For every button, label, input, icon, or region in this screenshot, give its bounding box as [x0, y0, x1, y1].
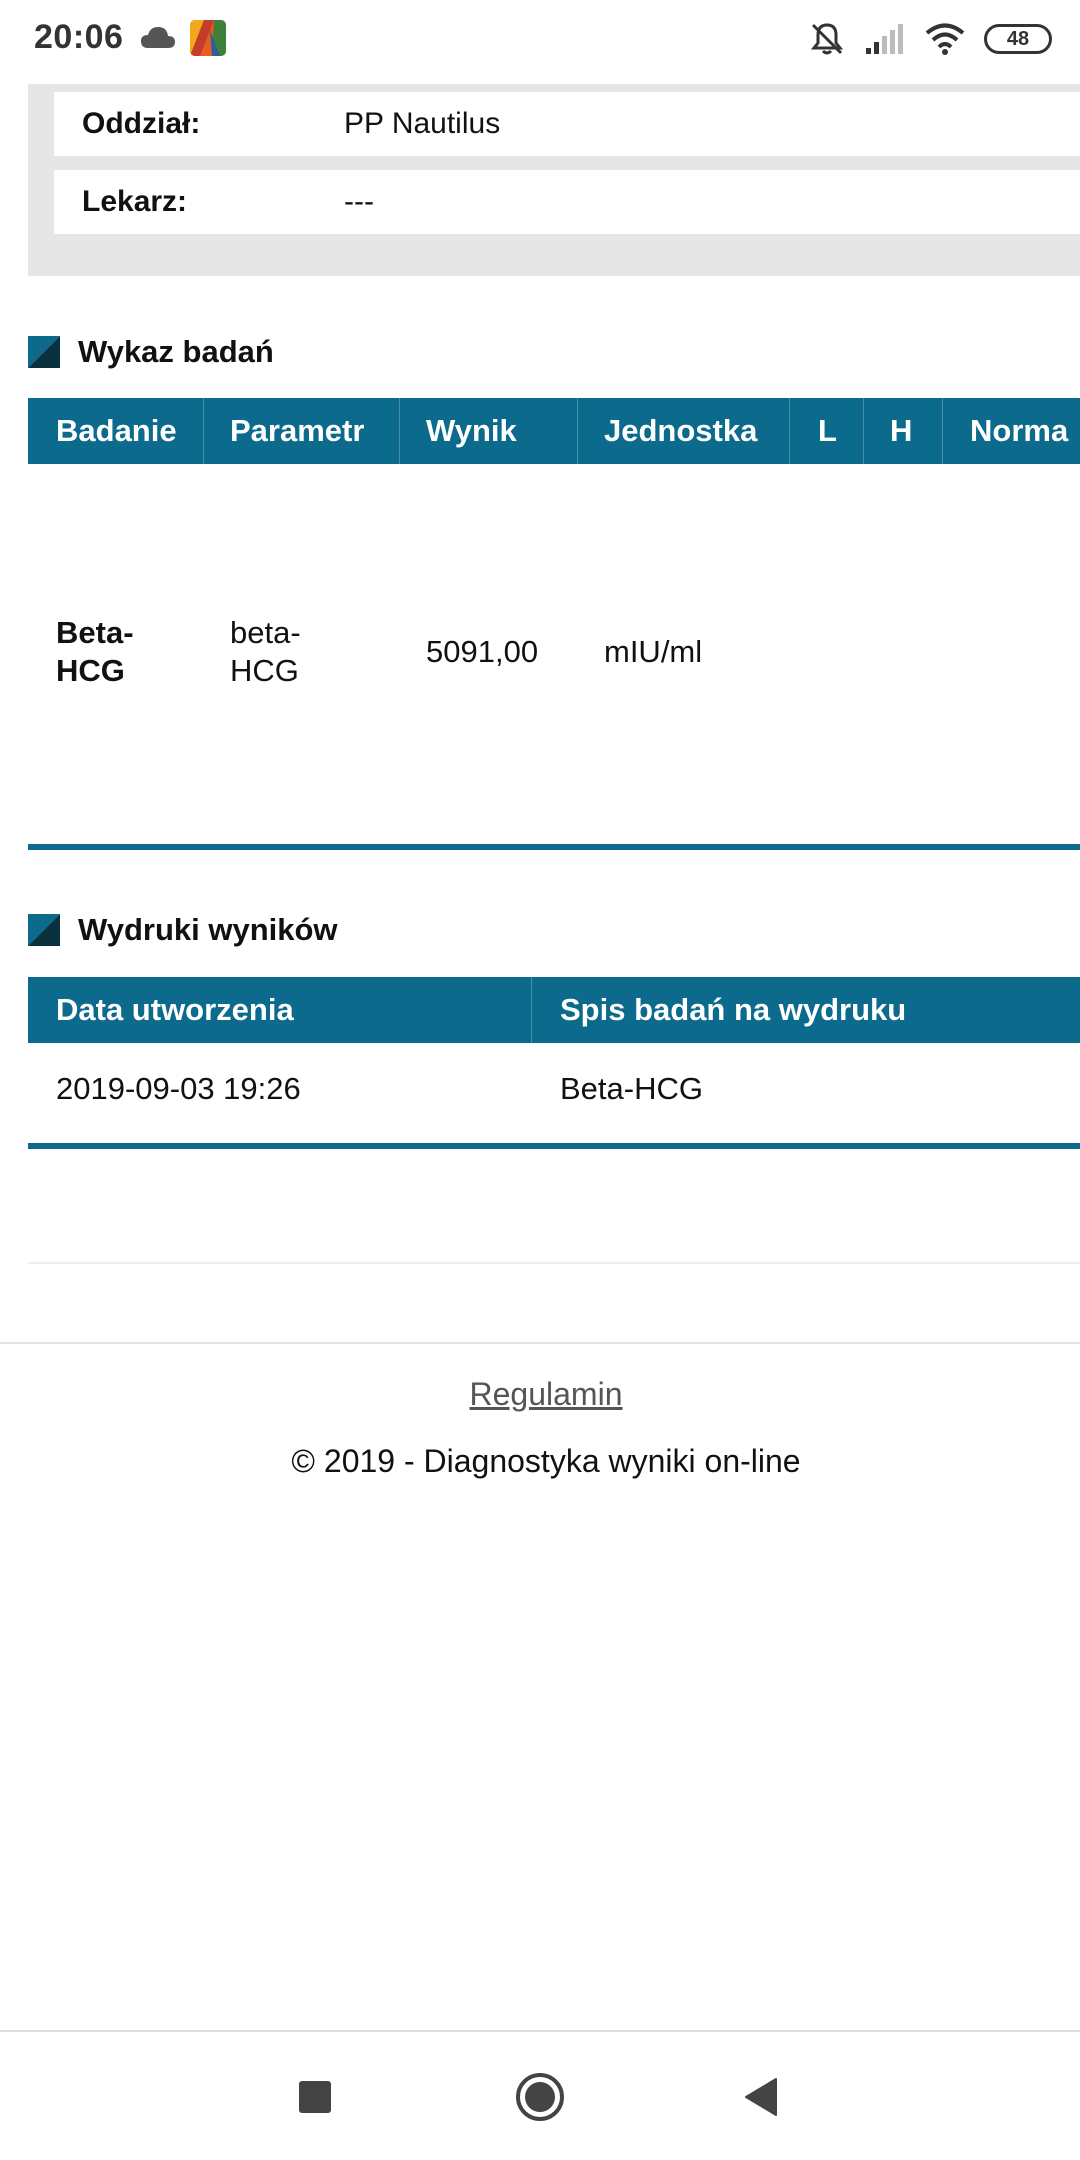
- tests-section-title: Wykaz badań: [78, 334, 274, 369]
- info-row-department: Oddział: PP Nautilus: [54, 92, 1080, 156]
- col-jednostka: Jednostka: [604, 413, 758, 448]
- prints-table-bottom-border: [28, 1143, 1080, 1149]
- status-bar: 20:06 48: [0, 0, 1080, 78]
- battery-icon: 48: [984, 24, 1052, 54]
- signal-icon: [866, 24, 903, 54]
- wifi-icon: [925, 23, 965, 55]
- tests-table-header: Badanie Parametr Wynik Jednostka L H Nor…: [28, 398, 1080, 464]
- col-spis-badan: Spis badań na wydruku: [560, 992, 907, 1027]
- doctor-value: ---: [344, 185, 374, 218]
- tests-table-bottom-border: [28, 844, 1080, 850]
- copyright-text: © 2019 - Diagnostyka wyniki on-line: [291, 1443, 801, 1479]
- status-time: 20:06: [34, 18, 124, 56]
- col-h: H: [890, 413, 913, 448]
- table-row[interactable]: 2019-09-03 19:26 Beta-HCG: [28, 1043, 1080, 1143]
- col-data-utworzenia: Data utworzenia: [56, 992, 294, 1027]
- print-date: 2019-09-03 19:26: [56, 1071, 301, 1106]
- home-button[interactable]: [495, 2032, 585, 2160]
- col-badanie: Badanie: [56, 413, 177, 448]
- col-wynik: Wynik: [426, 413, 517, 448]
- circle-icon: [516, 2073, 564, 2121]
- cloud-icon: [141, 27, 175, 48]
- square-bullet-icon: [28, 336, 60, 368]
- col-l: L: [818, 413, 837, 448]
- prints-section-heading: Wydruki wyników: [28, 912, 338, 948]
- back-button[interactable]: [716, 2032, 806, 2160]
- table-row: Beta- HCG beta- HCG 5091,00 mIU/ml: [28, 464, 1080, 844]
- row-badanie: Beta- HCG: [56, 615, 134, 688]
- footer-divider: [0, 1342, 1080, 1344]
- col-norma: Norma: [970, 413, 1069, 448]
- content-divider: [28, 1262, 1080, 1264]
- square-icon: [299, 2081, 331, 2113]
- department-label: Oddział:: [82, 107, 201, 140]
- info-row-doctor: Lekarz: ---: [54, 170, 1080, 234]
- terms-link[interactable]: Regulamin: [0, 1376, 1080, 1413]
- recents-button[interactable]: [270, 2032, 360, 2160]
- print-test-list: Beta-HCG: [560, 1071, 703, 1106]
- navigation-bar: [0, 2030, 1080, 2160]
- row-jednostka: mIU/ml: [604, 634, 703, 669]
- row-parametr: beta- HCG: [230, 615, 301, 688]
- triangle-back-icon: [745, 2078, 777, 2116]
- square-bullet-icon: [28, 914, 60, 946]
- app-icon: [190, 20, 226, 56]
- col-parametr: Parametr: [230, 413, 365, 448]
- bell-off-icon: [810, 23, 844, 55]
- tests-section-heading: Wykaz badań: [28, 334, 274, 370]
- department-value: PP Nautilus: [344, 107, 501, 140]
- doctor-label: Lekarz:: [82, 185, 188, 218]
- prints-section-title: Wydruki wyników: [78, 912, 338, 947]
- visit-info-panel: Oddział: PP Nautilus Lekarz: ---: [28, 84, 1080, 276]
- prints-table-header: Data utworzenia Spis badań na wydruku: [28, 977, 1080, 1043]
- row-wynik: 5091,00: [426, 634, 539, 669]
